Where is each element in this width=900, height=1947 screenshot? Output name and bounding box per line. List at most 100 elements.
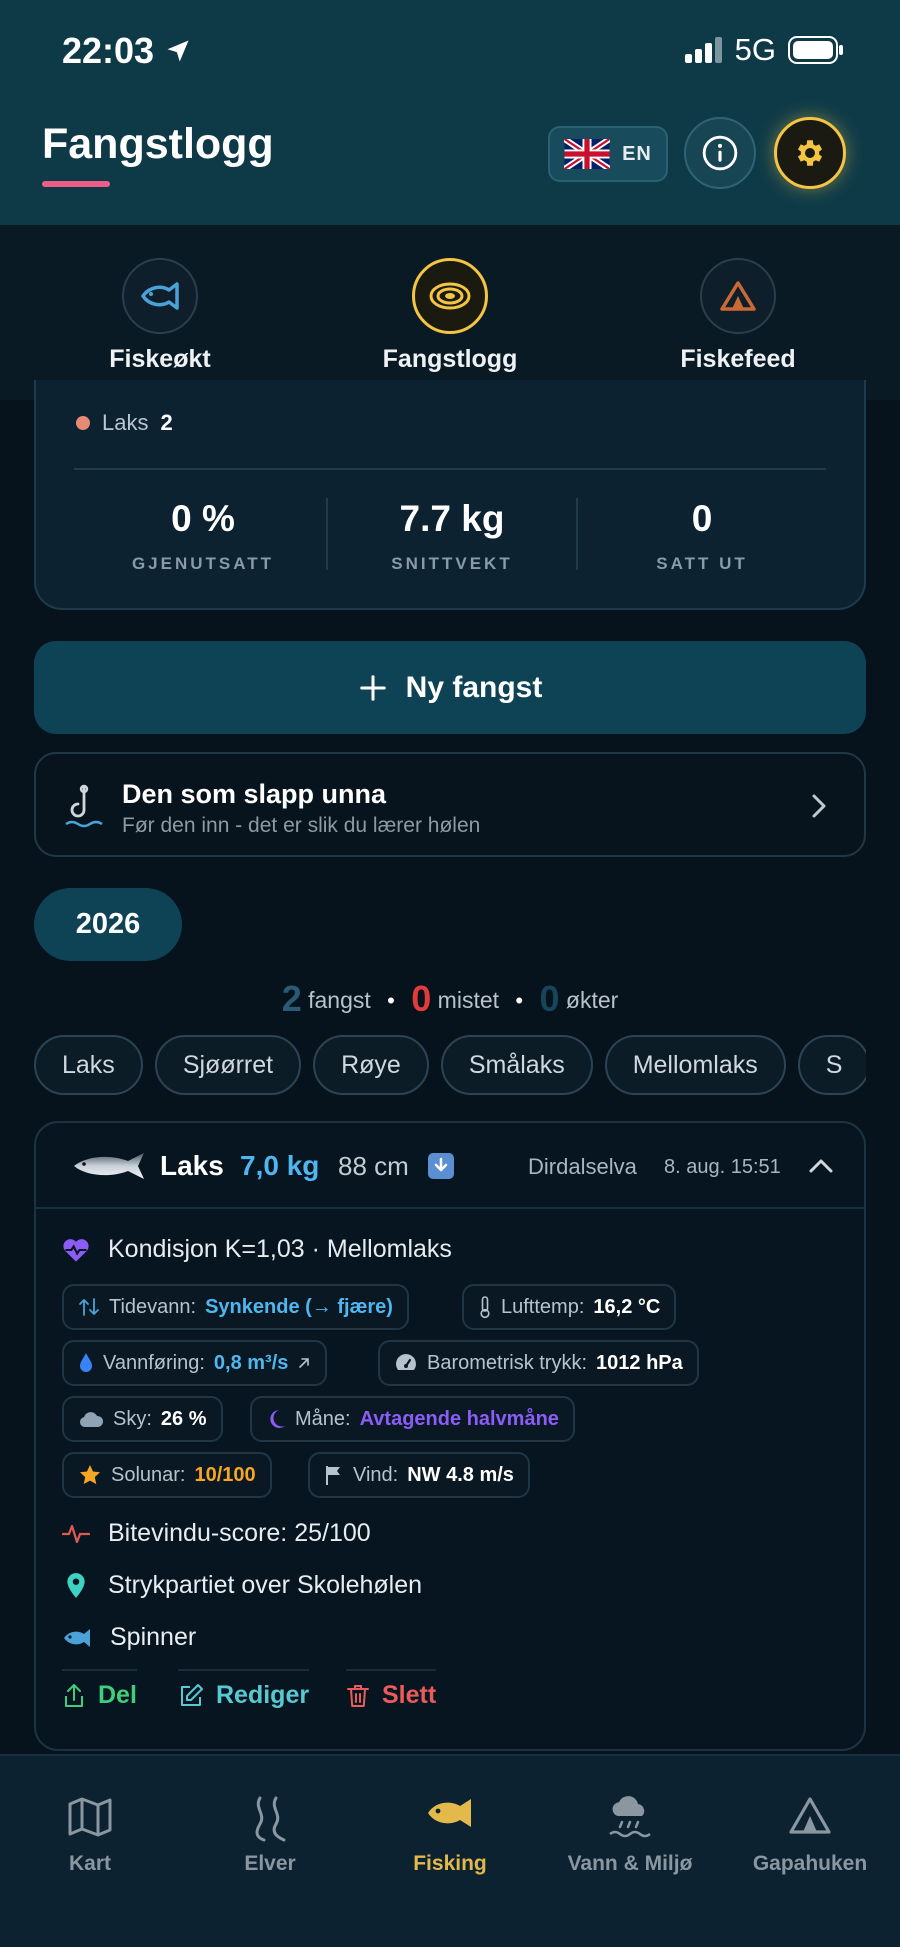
map-icon (68, 1797, 112, 1837)
gauge-icon (396, 1354, 416, 1370)
star-icon (80, 1465, 100, 1485)
nav-vann-miljo[interactable]: Vann & Miljø (540, 1756, 720, 1886)
bite-score-text: Bitevindu-score: 25/100 (108, 1519, 371, 1547)
section-tabs: Fiskeøkt Fangstlogg Fiskefeed (0, 225, 900, 400)
nav-elver[interactable]: Elver (180, 1756, 360, 1886)
new-catch-label: Ny fangst (405, 670, 543, 704)
waterflow-badge[interactable]: Vannføring: 0,8 m³/s (62, 1340, 328, 1386)
tab-fiskeokt[interactable]: Fiskeøkt (16, 225, 304, 400)
river-icon (255, 1796, 286, 1842)
stat-stocked: 0 SATT UT (577, 498, 827, 574)
status-time-text: 22:03 (62, 30, 155, 71)
network-type: 5G (734, 32, 776, 67)
sky-value: 26 % (160, 1407, 207, 1430)
airtemp-label: Lufttemp: (501, 1295, 585, 1318)
stats-card: Laks 2 0 % GJENUTSATT 7.7 kg SNITTVEKT 0… (34, 380, 866, 610)
status-time: 22:03 (62, 30, 192, 72)
species-dot (76, 416, 90, 430)
moon-icon (270, 1410, 285, 1428)
species-count: 2 (160, 410, 173, 435)
caught-count: 2 (281, 978, 302, 1019)
lost-fish-title: Den som slapp unna (122, 779, 387, 809)
bottom-navigation: Kart Elver Fisking Vann & Miljø Gapahuke… (0, 1754, 900, 1947)
new-catch-button[interactable]: Ny fangst (34, 641, 866, 734)
gear-icon (797, 140, 823, 166)
page-title: Fangstlogg (42, 120, 274, 168)
pressure-value: 1012 hPa (596, 1351, 683, 1374)
info-icon (702, 135, 738, 171)
nav-label: Elver (244, 1852, 296, 1875)
cloud-icon (79, 1412, 104, 1427)
stat-avg-weight: 7.7 kg SNITTVEKT (327, 498, 577, 574)
location-arrow-icon (167, 40, 189, 62)
chevron-up-icon[interactable] (808, 1157, 834, 1175)
catch-card-header[interactable]: Laks 7,0 kg 88 cm Dirdalselva 8. aug. 15… (36, 1123, 864, 1209)
app-header: 22:03 5G Fangstlogg EN (0, 0, 900, 225)
pressure-badge: Barometrisk trykk: 1012 hPa (378, 1340, 699, 1386)
filter-chip[interactable]: Sjøørret (154, 1035, 302, 1095)
filter-chip[interactable]: Laks (34, 1035, 143, 1095)
share-button[interactable]: Del (62, 1669, 137, 1710)
info-button[interactable] (684, 117, 756, 189)
tide-badge: Tidevann: Synkende (→ fjære) (62, 1284, 409, 1330)
species-label: Laks (102, 410, 149, 435)
lost-fish-card[interactable]: Den som slapp unna Før den inn - det er … (34, 752, 866, 857)
fish-icon (428, 1799, 471, 1827)
wind-value: NW 4.8 m/s (407, 1463, 514, 1486)
salmon-icon (74, 1153, 144, 1179)
sessions-label: økter (565, 987, 619, 1013)
sky-label: Sky: (113, 1407, 152, 1430)
tab-fiskefeed[interactable]: Fiskefeed (594, 225, 882, 400)
year-selector[interactable]: 2026 (34, 888, 182, 961)
stat-value: 7.7 kg (399, 498, 505, 539)
nav-gapahuken[interactable]: Gapahuken (720, 1756, 900, 1886)
catch-summary: 2 fangst • 0 mistet • 0 økter (0, 978, 900, 1020)
lost-label: mistet (437, 987, 500, 1013)
sky-badge: Sky: 26 % (62, 1396, 223, 1442)
tab-icon-circle (122, 258, 198, 334)
lost-fish-subtitle: Før den inn - det er slik du lærer hølen (122, 814, 481, 837)
tab-fangstlogg[interactable]: Fangstlogg (306, 225, 594, 400)
catch-length: 88 cm (338, 1151, 409, 1181)
stat-released: 0 % GJENUTSATT (78, 498, 328, 574)
uk-flag-icon (564, 139, 611, 169)
filter-chip[interactable]: S (797, 1035, 866, 1095)
language-button[interactable]: EN (548, 126, 668, 182)
nav-fisking[interactable]: Fisking (360, 1756, 540, 1886)
tab-label: Fiskeøkt (109, 345, 211, 373)
catch-river: Dirdalselva (528, 1154, 637, 1179)
species-legend: Laks 2 (76, 410, 173, 436)
moon-badge: Måne: Avtagende halvmåne (250, 1396, 575, 1442)
stat-label: GJENUTSATT (131, 554, 275, 573)
tide-label: Tidevann: (109, 1295, 197, 1318)
nav-label: Gapahuken (752, 1852, 868, 1875)
battery-icon (788, 36, 843, 64)
heart-pulse-icon (63, 1238, 89, 1262)
nav-label: Vann & Miljø (567, 1852, 693, 1875)
catch-species: Laks (160, 1150, 224, 1181)
tide-arrows-icon (79, 1298, 99, 1316)
nav-kart[interactable]: Kart (0, 1756, 180, 1886)
map-pin-icon (67, 1572, 85, 1598)
language-label: EN (622, 142, 652, 165)
delete-button[interactable]: Slett (346, 1669, 437, 1710)
flag-icon (326, 1466, 340, 1485)
external-arrow-icon (299, 1358, 310, 1368)
waterflow-value: 0,8 m³/s (213, 1351, 289, 1374)
title-underline (42, 181, 110, 187)
wind-badge: Vind: NW 4.8 m/s (308, 1452, 530, 1498)
condition-text: Kondisjon K=1,03 · Mellomlaks (108, 1235, 452, 1263)
stat-label: SATT UT (656, 554, 748, 573)
caught-label: fangst (308, 987, 371, 1013)
settings-button[interactable] (774, 117, 846, 189)
filter-chip[interactable]: Mellomlaks (604, 1035, 786, 1095)
filter-chip[interactable]: Røye (313, 1035, 429, 1095)
signal-bars-icon (684, 37, 722, 63)
download-arrow-icon (428, 1153, 454, 1179)
edit-button[interactable]: Rediger (178, 1669, 310, 1710)
filter-chip[interactable]: Smålaks (440, 1035, 593, 1095)
water-drop-icon (80, 1353, 92, 1372)
share-label: Del (98, 1681, 137, 1709)
moon-value: Avtagende halvmåne (359, 1407, 559, 1430)
target-icon (429, 282, 471, 310)
